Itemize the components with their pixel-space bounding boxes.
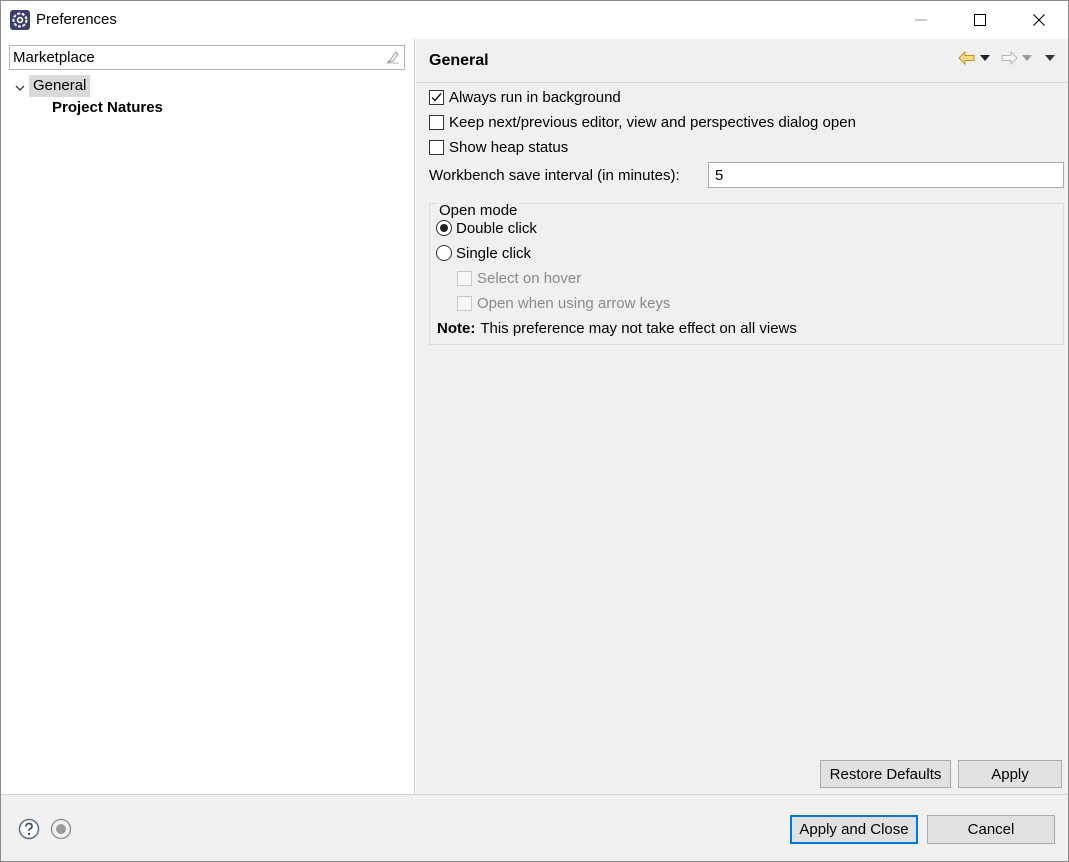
radio-unselected[interactable]	[436, 245, 452, 261]
save-interval-label: Workbench save interval (in minutes):	[429, 166, 680, 184]
cancel-button[interactable]: Cancel	[927, 815, 1055, 844]
tree-item-general[interactable]: General	[29, 75, 91, 97]
maximize-button[interactable]	[951, 1, 1009, 39]
back-arrow-icon[interactable]	[958, 51, 976, 65]
option-open-arrow-keys: Open when using arrow keys	[457, 292, 670, 314]
checkbox-disabled	[457, 270, 472, 286]
option-show-heap-status[interactable]: Show heap status	[429, 136, 568, 158]
filter-box	[9, 45, 405, 70]
page-navigation	[958, 48, 1060, 68]
save-interval-input[interactable]	[708, 162, 1064, 188]
note-text: This preference may not take effect on a…	[480, 319, 797, 337]
view-menu-icon[interactable]	[1040, 55, 1060, 61]
apply-button[interactable]: Apply	[958, 760, 1062, 788]
preference-page: General Always run in background Keep ne…	[416, 39, 1068, 794]
checkbox-unchecked[interactable]	[429, 114, 444, 130]
dialog-button-bar: Apply and Close Cancel	[1, 794, 1068, 861]
minimize-button[interactable]	[892, 1, 950, 39]
eclipse-gear-icon	[10, 10, 30, 30]
chevron-down-icon[interactable]	[14, 81, 26, 93]
radio-label: Single click	[456, 244, 532, 262]
close-button[interactable]	[1010, 1, 1068, 39]
minimize-icon	[915, 19, 927, 21]
window-title: Preferences	[36, 11, 117, 28]
help-icon[interactable]	[18, 818, 40, 840]
radio-selected[interactable]	[436, 220, 452, 236]
apply-and-close-button[interactable]: Apply and Close	[790, 815, 918, 844]
option-label: Select on hover	[477, 269, 582, 287]
option-label: Keep next/previous editor, view and pers…	[449, 113, 856, 131]
forward-arrow-icon	[1000, 51, 1018, 65]
option-label: Open when using arrow keys	[477, 294, 671, 312]
tree-item-project-natures[interactable]: Project Natures	[52, 97, 163, 119]
page-header: General	[416, 39, 1068, 83]
checkbox-unchecked[interactable]	[429, 139, 444, 155]
page-title: General	[429, 52, 489, 69]
preferences-window: Preferences General Project Natures	[0, 0, 1069, 862]
option-label: Show heap status	[449, 138, 569, 156]
radio-single-click[interactable]: Single click	[436, 242, 531, 264]
open-mode-note: Note: This preference may not take effec…	[437, 317, 797, 339]
radio-double-click[interactable]: Double click	[436, 217, 537, 239]
dropdown-icon	[1020, 55, 1034, 61]
option-label: Always run in background	[449, 88, 621, 106]
option-keep-dialog-open[interactable]: Keep next/previous editor, view and pers…	[429, 111, 856, 133]
maximize-icon	[974, 14, 986, 26]
checkbox-disabled	[457, 295, 472, 311]
note-bold: Note:	[437, 319, 476, 337]
restore-defaults-button[interactable]: Restore Defaults	[820, 760, 951, 788]
option-select-on-hover: Select on hover	[457, 267, 581, 289]
dropdown-icon[interactable]	[978, 55, 992, 61]
close-icon	[1033, 14, 1045, 26]
checkbox-checked[interactable]	[429, 89, 444, 105]
clear-filter-icon[interactable]	[386, 50, 400, 64]
import-export-icon[interactable]	[50, 818, 72, 840]
title-bar[interactable]: Preferences	[1, 1, 1068, 39]
option-always-run-background[interactable]: Always run in background	[429, 86, 621, 108]
filter-input[interactable]	[10, 46, 380, 69]
radio-label: Double click	[456, 219, 537, 237]
preference-tree-pane: General Project Natures	[1, 39, 415, 794]
